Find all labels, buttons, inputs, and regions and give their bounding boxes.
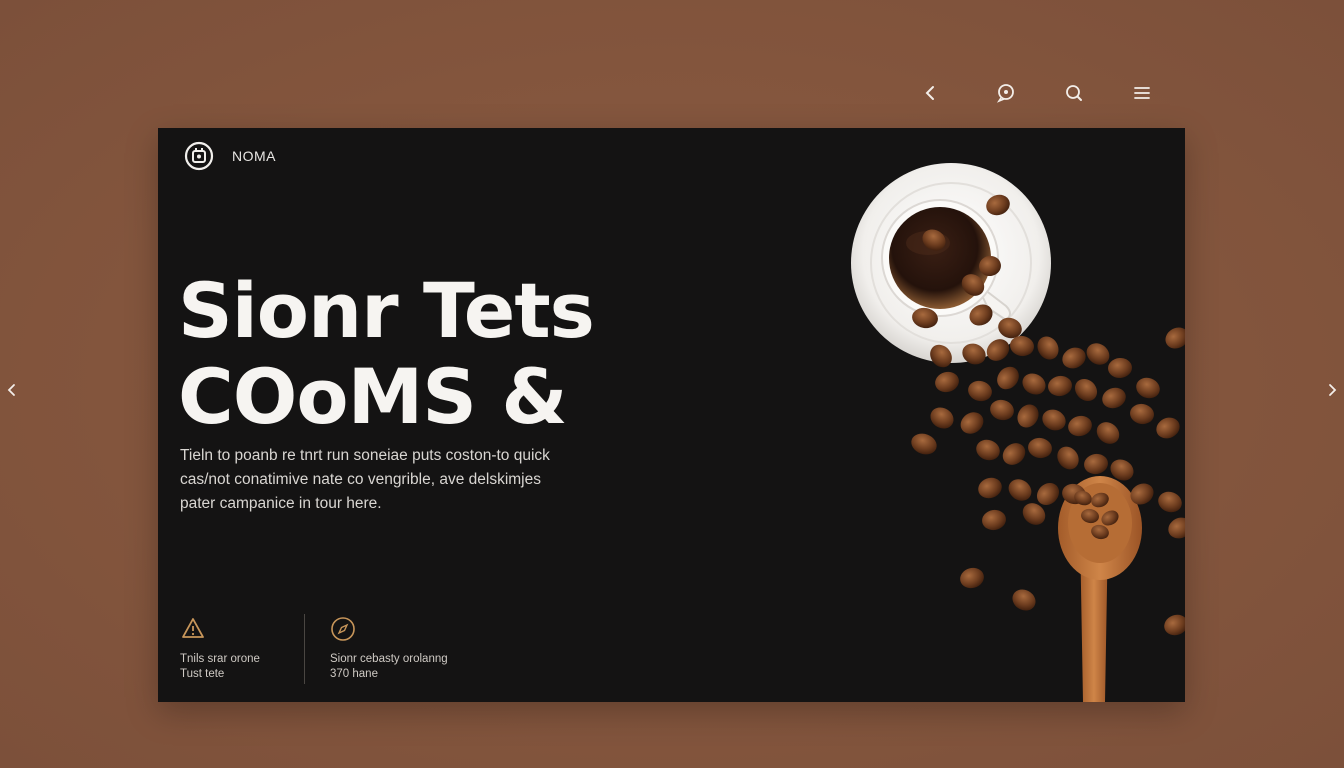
headline-line-1: Sionr Tets (178, 266, 595, 355)
feature-item-2: Sionr cebasty orolanng 370 hane (330, 616, 448, 684)
headline-line-2: COoMS & (178, 352, 568, 441)
back-button[interactable] (914, 76, 948, 110)
chevron-left-icon (7, 384, 15, 396)
brand-name: NOMA (232, 148, 276, 164)
brand[interactable]: NOMA (184, 141, 276, 171)
feature-1-line-2: Tust tete (180, 668, 225, 680)
chevron-right-icon (1329, 384, 1337, 396)
back-icon (925, 86, 934, 100)
previous-slide-button[interactable] (0, 376, 24, 404)
top-toolbar (904, 76, 1174, 110)
logo-icon (184, 141, 214, 171)
coffee-illustration (851, 163, 1185, 702)
feature-2-line-2: 370 hane (330, 668, 378, 680)
warning-icon (182, 618, 204, 638)
description-line-3: pater campanice in tour here. (180, 495, 382, 512)
search-button[interactable] (1057, 76, 1091, 110)
chat-button[interactable] (989, 76, 1023, 110)
hero-card: NOMA Sionr Tets COoMS & Tieln to poanb r… (158, 128, 1185, 702)
headline: Sionr Tets COoMS & (178, 268, 698, 440)
compass-icon (331, 617, 355, 641)
description-line-1: Tieln to poanb re tnrt run soneiae puts … (180, 447, 550, 464)
feature-item-1: Tnils srar orone Tust tete (180, 616, 260, 684)
menu-button[interactable] (1125, 76, 1159, 110)
description: Tieln to poanb re tnrt run soneiae puts … (180, 444, 620, 516)
search-icon (1066, 85, 1082, 101)
chat-icon (996, 84, 1014, 103)
description-line-2: cas/not conatimive nate co vengrible, av… (180, 471, 541, 488)
feature-2-line-1: Sionr cebasty orolanng (330, 653, 448, 665)
feature-1-line-1: Tnils srar orone (180, 653, 260, 665)
next-slide-button[interactable] (1320, 376, 1344, 404)
feature-divider (304, 614, 305, 684)
menu-icon (1134, 87, 1150, 99)
